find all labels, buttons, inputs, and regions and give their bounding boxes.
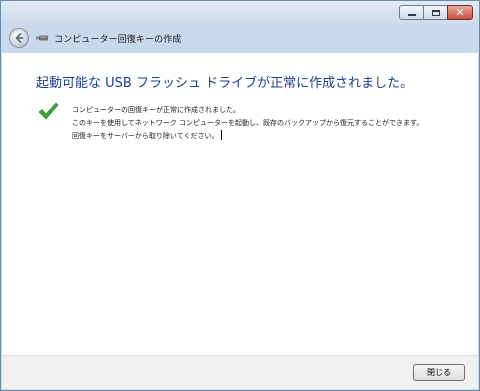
footer-bar: 閉じる [2, 355, 478, 389]
message-line: このキーを使用してネットワーク コンピューターを起動し、既存のバックアップから復… [72, 119, 424, 127]
result-message: コンピューターの回復キーが正常に作成されました。 このキーを使用してネットワーク… [72, 104, 423, 143]
back-button[interactable] [9, 28, 29, 48]
close-icon: ✕ [455, 6, 465, 19]
minimize-button[interactable] [399, 5, 424, 20]
maximize-icon [431, 9, 440, 16]
wizard-window: ✕ コンピューター回復キーの作成 起動可能な USB フラッシュ ドライブが正常… [0, 0, 480, 391]
window-title: コンピューター回復キーの作成 [54, 34, 182, 45]
content-area: 起動可能な USB フラッシュ ドライブが正常に作成されました。 コンピューター… [2, 53, 478, 356]
navigation-bar: コンピューター回復キーの作成 [2, 25, 478, 51]
close-button[interactable]: 閉じる [413, 364, 465, 381]
message-line: 回復キーをサーバーから取り除いてください。 [72, 132, 219, 140]
caption-buttons: ✕ [399, 5, 473, 21]
back-arrow-icon [15, 33, 24, 43]
usb-drive-icon [36, 35, 48, 41]
minimize-icon [407, 14, 416, 16]
text-caret [220, 130, 222, 140]
checkmark-icon [38, 102, 59, 120]
message-line-with-caret: 回復キーをサーバーから取り除いてください。 [72, 130, 423, 143]
close-window-button[interactable]: ✕ [447, 5, 473, 20]
page-heading: 起動可能な USB フラッシュ ドライブが正常に作成されました。 [36, 76, 414, 91]
message-line: コンピューターの回復キーが正常に作成されました。 [72, 106, 240, 114]
maximize-button[interactable] [423, 5, 448, 20]
